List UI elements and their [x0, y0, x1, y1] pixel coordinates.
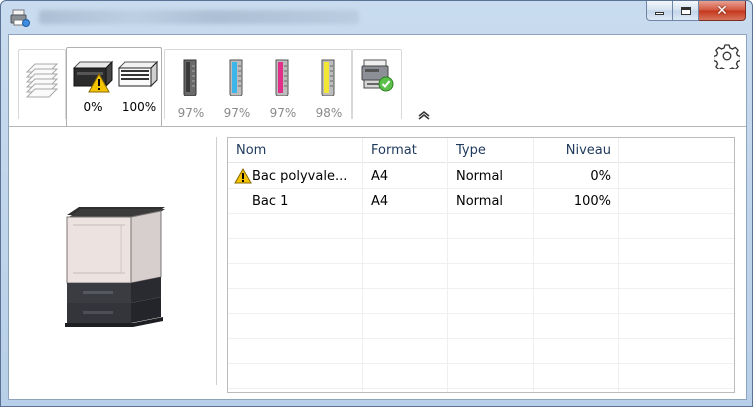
close-icon: ✕: [716, 2, 728, 19]
column-header-nom[interactable]: Nom: [236, 138, 356, 163]
tray-type: Normal: [456, 194, 504, 209]
grid-line: [228, 288, 734, 289]
panel-separator: [216, 137, 217, 385]
minimize-icon: [655, 12, 664, 15]
tab-device-status[interactable]: [352, 49, 402, 119]
status-tab-bar: 0% 100% 97% 97% 97% 98%: [9, 35, 746, 127]
close-button[interactable]: ✕: [699, 1, 746, 21]
tray-type: Normal: [456, 169, 504, 184]
grid-line: [228, 313, 734, 314]
maximize-button[interactable]: [673, 1, 699, 21]
maximize-icon: [680, 6, 691, 15]
grid-line: [228, 238, 734, 239]
column-header-type[interactable]: Type: [456, 138, 536, 163]
column-header-niveau[interactable]: Niveau: [535, 138, 611, 163]
title-bar[interactable]: ✕: [1, 1, 752, 33]
table-row[interactable]: Bac polyvale... A4 Normal 0%: [228, 164, 734, 189]
toner-level-label: 97%: [269, 106, 297, 120]
tray-format: A4: [371, 194, 389, 209]
tray-format: A4: [371, 169, 389, 184]
tray-details-panel: Nom Format Type Niveau Bac polyvale... A…: [9, 127, 746, 399]
tray-level: 0%: [590, 169, 611, 184]
column-header-format[interactable]: Format: [371, 138, 451, 163]
window-controls: ✕: [646, 1, 746, 21]
tray-level-label: 100%: [121, 100, 157, 114]
tab-paper-trays[interactable]: 0% 100%: [66, 47, 162, 127]
grid-line: [228, 338, 734, 339]
tab-print-queue[interactable]: [18, 49, 66, 119]
tray-table: Nom Format Type Niveau Bac polyvale... A…: [227, 137, 735, 393]
toner-level-label: 97%: [223, 106, 251, 120]
paper-tray-icon: [72, 60, 114, 93]
grid-line: [228, 388, 734, 389]
table-row[interactable]: Bac 1 A4 Normal 100%: [228, 189, 734, 214]
toner-black-icon: [183, 59, 197, 96]
printer-app-icon: [10, 9, 30, 27]
device-status-icon: [361, 59, 394, 92]
grid-line: [228, 263, 734, 264]
tab-toner-levels[interactable]: 97% 97% 97% 98%: [164, 49, 352, 120]
warning-icon: [234, 168, 252, 184]
tray-level-label: 0%: [83, 100, 103, 114]
toner-magenta-icon: [275, 59, 289, 96]
tray-name: Bac polyvale...: [252, 169, 348, 184]
tray-name: Bac 1: [252, 194, 289, 209]
toner-yellow-icon: [321, 59, 335, 96]
client-area: 0% 100% 97% 97% 97% 98% Nom Format Type …: [8, 34, 747, 400]
gear-icon[interactable]: [714, 43, 740, 69]
chevron-up-icon[interactable]: [417, 110, 431, 120]
toner-level-label: 98%: [315, 106, 343, 120]
toner-cyan-icon: [229, 59, 243, 96]
printer-status-window: ✕ 0% 100% 97% 97% 97% 98% Nom Format Typ…: [0, 0, 753, 407]
tray-level: 100%: [573, 194, 611, 209]
minimize-button[interactable]: [646, 1, 673, 21]
window-title-obscured: [39, 10, 359, 24]
print-queue-icon: [25, 63, 59, 98]
toner-level-label: 97%: [177, 106, 205, 120]
paper-tray-icon: [117, 60, 159, 88]
printer-device-illustration: [65, 207, 165, 327]
grid-line: [228, 363, 734, 364]
table-header: Nom Format Type Niveau: [228, 138, 734, 163]
